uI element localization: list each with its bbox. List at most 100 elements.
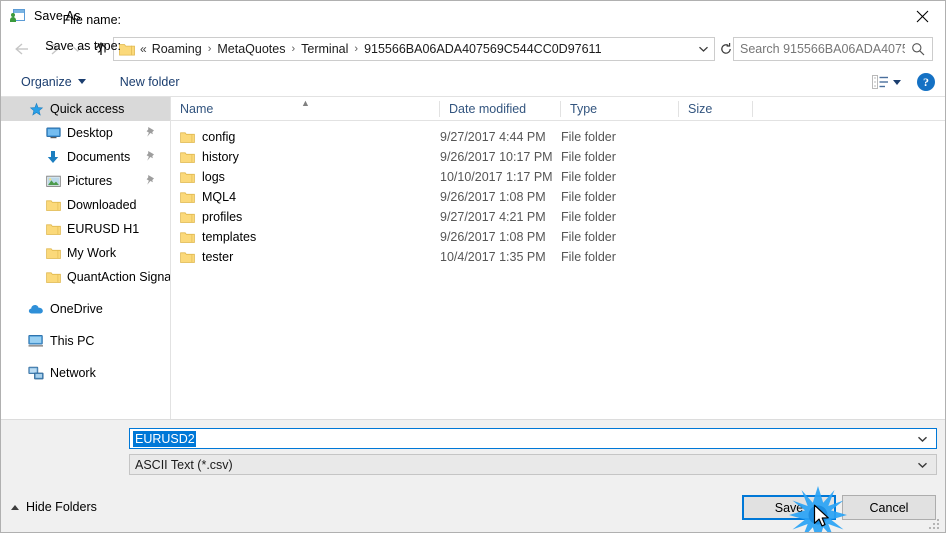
sidebar-item-network[interactable]: Network	[1, 361, 170, 385]
breadcrumb-terminal[interactable]: Terminal	[298, 42, 351, 56]
sidebar-item-quantaction-signal[interactable]: QuantAction Signal	[1, 265, 170, 289]
hide-folders-button[interactable]: Hide Folders	[11, 500, 97, 514]
file-name-input[interactable]: EURUSD2	[133, 430, 196, 447]
chevron-down-icon[interactable]	[917, 461, 928, 469]
pin-icon	[145, 150, 156, 165]
save-label: Save	[774, 500, 804, 515]
view-controls: ?	[872, 67, 935, 97]
title-bar: Save As	[1, 1, 945, 31]
file-name-cell: config	[180, 130, 235, 144]
column-label: Name	[180, 101, 214, 116]
folder-icon	[45, 221, 61, 237]
breadcrumb-separator[interactable]: ›	[351, 43, 361, 55]
file-name-cell: profiles	[180, 210, 242, 224]
table-row[interactable]: logs 10/10/2017 1:17 PM File folder	[171, 167, 945, 187]
download-icon	[45, 149, 61, 165]
new-folder-button[interactable]: New folder	[114, 70, 186, 94]
column-header-date-modified[interactable]: Date modified	[440, 97, 561, 120]
sidebar-item-pictures[interactable]: Pictures	[1, 169, 170, 193]
breadcrumb-separator[interactable]: ›	[288, 43, 298, 55]
command-bar: Organize New folder ?	[1, 67, 945, 97]
table-row[interactable]: config 9/27/2017 4:44 PM File folder	[171, 127, 945, 147]
file-name-label: history	[202, 150, 239, 164]
column-header-size[interactable]: Size	[679, 97, 753, 120]
file-name-label: config	[202, 130, 236, 144]
sidebar-item-desktop[interactable]: Desktop	[1, 121, 170, 145]
sidebar-item-onedrive[interactable]: OneDrive	[1, 297, 170, 321]
file-name-label: MQL4	[202, 190, 237, 204]
type-cell: File folder	[561, 130, 616, 144]
breadcrumb-metaquotes[interactable]: MetaQuotes	[214, 42, 288, 56]
breadcrumb-separator[interactable]: ›	[205, 43, 215, 55]
column-label: Type	[570, 101, 598, 116]
sidebar-label: QuantAction Signal	[67, 270, 170, 284]
date-modified-cell: 9/26/2017 10:17 PM	[440, 150, 553, 164]
type-cell: File folder	[561, 170, 616, 184]
save-as-type-combobox[interactable]: ASCII Text (*.csv)	[129, 454, 937, 475]
view-options-caret-icon[interactable]	[893, 79, 901, 85]
view-layout-icon[interactable]	[872, 75, 889, 89]
chevron-down-icon[interactable]	[917, 435, 928, 443]
type-cell: File folder	[561, 250, 616, 264]
sidebar-item-documents[interactable]: Documents	[1, 145, 170, 169]
close-icon	[916, 10, 928, 22]
table-row[interactable]: tester 10/4/2017 1:35 PM File folder	[171, 247, 945, 267]
save-as-type-value: ASCII Text (*.csv)	[135, 457, 233, 472]
help-label: ?	[923, 74, 929, 89]
sort-ascending-icon: ▲	[301, 98, 310, 108]
organize-button[interactable]: Organize	[15, 70, 92, 94]
sidebar-label: Downloaded	[67, 198, 137, 212]
file-name-combobox[interactable]: EURUSD2	[129, 428, 937, 449]
table-row[interactable]: history 9/26/2017 10:17 PM File folder	[171, 147, 945, 167]
folder-icon	[180, 151, 195, 164]
table-row[interactable]: MQL4 9/26/2017 1:08 PM File folder	[171, 187, 945, 207]
address-overflow-indicator[interactable]: «	[139, 42, 149, 56]
file-name-cell: templates	[180, 230, 256, 244]
sidebar-item-this-pc[interactable]: This PC	[1, 329, 170, 353]
star-icon	[28, 101, 44, 117]
sidebar-label: Quick access	[50, 102, 125, 116]
type-cell: File folder	[561, 210, 616, 224]
list-header: Name ▲ Date modified Type Size	[171, 97, 945, 121]
organize-label: Organize	[21, 74, 72, 89]
chevron-down-icon	[698, 46, 708, 52]
table-row[interactable]: profiles 9/27/2017 4:21 PM File folder	[171, 207, 945, 227]
breadcrumb-terminal-id[interactable]: 915566BA06ADA407569C544CC0D97611	[361, 42, 604, 56]
new-folder-label: New folder	[119, 74, 180, 89]
file-name-cell: MQL4	[180, 190, 236, 204]
folder-icon	[180, 211, 195, 224]
search-input[interactable]: Search 915566BA06ADA40756...	[740, 42, 905, 56]
navigation-pane: Quick access Desktop Documents Pictures …	[1, 97, 170, 419]
cancel-button[interactable]: Cancel	[842, 495, 936, 520]
table-row[interactable]: templates 9/26/2017 1:08 PM File folder	[171, 227, 945, 247]
column-divider[interactable]	[752, 101, 753, 117]
type-cell: File folder	[561, 190, 616, 204]
sidebar-item-eurusd-h1[interactable]: EURUSD H1	[1, 217, 170, 241]
address-dropdown-button[interactable]	[692, 38, 714, 60]
date-modified-cell: 10/4/2017 1:35 PM	[440, 250, 546, 264]
column-label: Size	[688, 101, 713, 116]
breadcrumb-roaming[interactable]: Roaming	[149, 42, 205, 56]
sidebar-item-downloaded[interactable]: Downloaded	[1, 193, 170, 217]
help-button[interactable]: ?	[917, 73, 935, 91]
file-name-cell: history	[180, 150, 239, 164]
search-box[interactable]: Search 915566BA06ADA40756...	[733, 37, 933, 61]
column-header-type[interactable]: Type	[561, 97, 679, 120]
sidebar-item-my-work[interactable]: My Work	[1, 241, 170, 265]
address-bar[interactable]: « Roaming › MetaQuotes › Terminal › 9155…	[113, 37, 715, 61]
file-name-cell: tester	[180, 250, 233, 264]
file-name-label: tester	[202, 250, 234, 264]
sidebar-item-quick-access[interactable]: Quick access	[1, 97, 170, 121]
refresh-icon	[721, 43, 731, 54]
date-modified-cell: 9/26/2017 1:08 PM	[440, 230, 546, 244]
date-modified-cell: 9/27/2017 4:44 PM	[440, 130, 546, 144]
folder-icon	[180, 171, 195, 184]
folder-icon	[45, 269, 61, 285]
close-button[interactable]	[899, 1, 945, 31]
type-cell: File folder	[561, 150, 616, 164]
column-label: Date modified	[449, 101, 527, 116]
save-button[interactable]: Save	[742, 495, 836, 520]
monitor-icon	[45, 125, 61, 141]
